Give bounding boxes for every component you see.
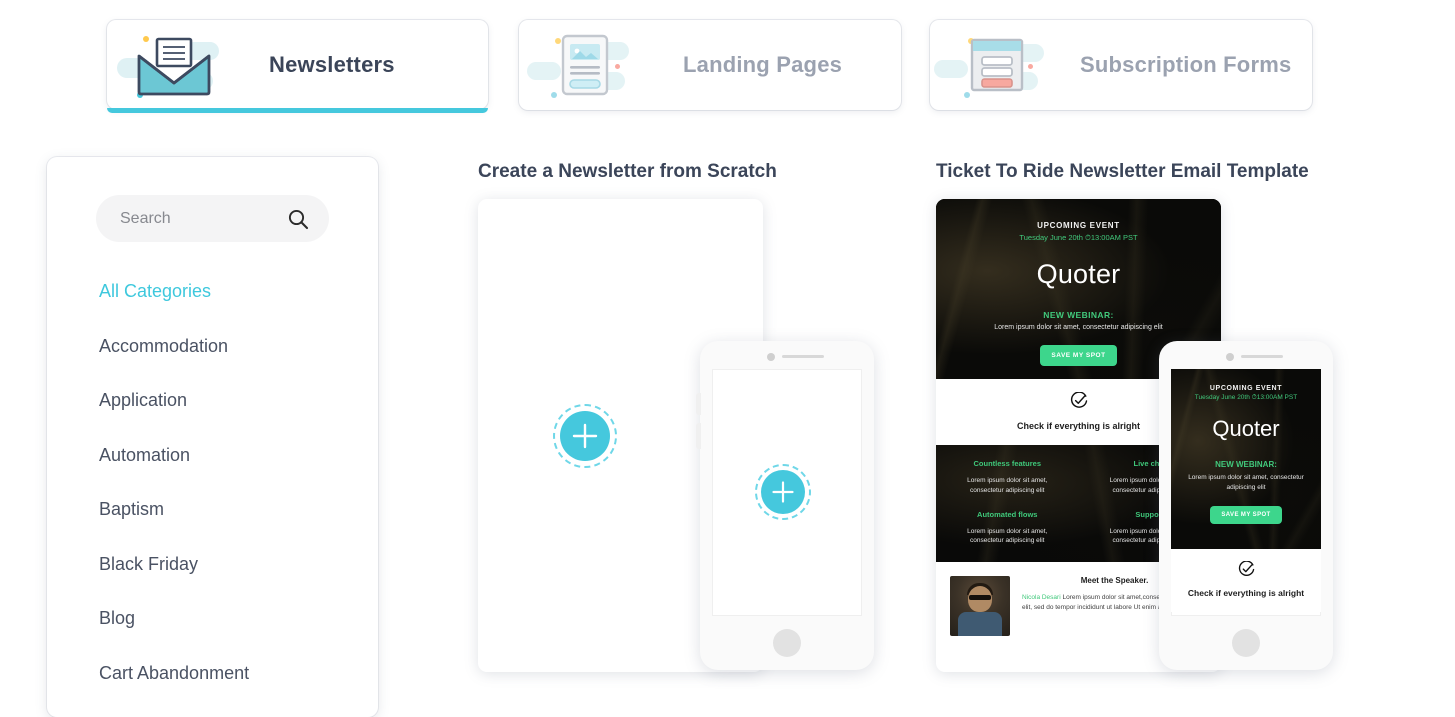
speaker-name: Nicola Desari [1022, 594, 1061, 601]
category-label: Accommodation [99, 335, 229, 356]
categories-sidebar: All Categories Accommodation Application… [47, 157, 378, 717]
feature-heading: Automated flows [977, 509, 1038, 519]
hero-subheading: NEW WEBINAR: [1043, 310, 1114, 320]
mobile-hero-date: Tuesday June 20th ⏱13:00AM PST [1194, 394, 1298, 401]
search-icon[interactable] [287, 208, 309, 235]
sidebar-item-cart-abandonment[interactable]: Cart Abandonment [47, 646, 378, 701]
active-tab-indicator [107, 108, 488, 113]
scratch-section-title: Create a Newsletter from Scratch [478, 161, 777, 182]
search-box[interactable] [96, 195, 329, 242]
check-circle-icon [1238, 560, 1255, 582]
phone-screen [712, 369, 862, 616]
hero-brand: Quoter [1036, 259, 1121, 289]
ticket-to-ride-mobile-preview[interactable]: UPCOMING EVENT Tuesday June 20th ⏱13:00A… [1159, 341, 1333, 670]
speaker-photo [950, 576, 1010, 636]
phone-home-button-icon [773, 629, 801, 657]
template-type-tabs: Newsletters Landing Pages Subscription F… [0, 0, 1455, 130]
feature-heading: Countless features [973, 459, 1042, 468]
sidebar-item-all-categories[interactable]: All Categories [47, 264, 378, 319]
mobile-hero: UPCOMING EVENT Tuesday June 20th ⏱13:00A… [1171, 369, 1321, 549]
sidebar-item-baptism[interactable]: Baptism [47, 482, 378, 537]
hero-date: Tuesday June 20th ⏱13:00AM PST [1019, 233, 1138, 242]
tab-subscription-forms-label: Subscription Forms [1080, 52, 1292, 77]
template-section-title: Ticket To Ride Newsletter Email Template [936, 161, 1309, 182]
tab-newsletters[interactable]: Newsletters [107, 20, 488, 113]
mobile-save-my-spot-button[interactable]: SAVE MY SPOT [1210, 505, 1282, 524]
document-image-icon [527, 28, 637, 102]
phone-side-button [696, 423, 701, 449]
sidebar-item-accommodation[interactable]: Accommodation [47, 319, 378, 374]
phone-speaker-icon [1241, 355, 1283, 358]
tab-landing-pages-label: Landing Pages [683, 52, 843, 77]
sidebar-item-blog[interactable]: Blog [47, 591, 378, 646]
hero-body-text: Lorem ipsum dolor sit amet, consectetur … [994, 324, 1163, 331]
add-newsletter-mobile-button[interactable] [761, 470, 805, 514]
phone-screen: UPCOMING EVENT Tuesday June 20th ⏱13:00A… [1171, 369, 1321, 616]
phone-home-button-icon [1232, 629, 1260, 657]
mobile-hero-kicker: UPCOMING EVENT [1209, 385, 1283, 392]
sidebar-item-application[interactable]: Application [47, 373, 378, 428]
category-label: Application [99, 390, 188, 410]
hero-kicker: UPCOMING EVENT [1037, 221, 1120, 230]
category-label: All Categories [99, 281, 212, 301]
plus-icon [560, 411, 610, 461]
tab-newsletters-label: Newsletters [269, 51, 395, 77]
sidebar-item-automation[interactable]: Automation [47, 428, 378, 483]
category-list: All Categories Accommodation Application… [47, 264, 378, 700]
search-input[interactable] [96, 195, 271, 242]
category-label: Automation [99, 444, 191, 465]
category-label: Baptism [99, 499, 165, 519]
envelope-icon [117, 28, 225, 102]
mobile-hero-body-text: Lorem ipsum dolor sit amet, consectetur … [1188, 474, 1304, 491]
feature-cell: Countless features Lorem ipsum dolor sit… [936, 459, 1079, 496]
phone-camera-icon [767, 353, 775, 361]
form-window-icon [934, 28, 1048, 102]
mobile-hero-subheading: NEW WEBINAR: [1215, 460, 1277, 469]
scratch-mobile-preview[interactable] [696, 341, 874, 670]
plus-icon [761, 470, 805, 514]
tab-landing-pages[interactable]: Landing Pages [519, 20, 901, 110]
save-my-spot-button[interactable]: SAVE MY SPOT [1040, 345, 1117, 366]
feature-body: Lorem ipsum dolor sit amet, consectetur … [967, 477, 1048, 494]
category-label: Blog [99, 608, 136, 628]
category-label: Cart Abandonment [99, 662, 250, 683]
mobile-check-text: Check if everything is alright [1187, 588, 1305, 598]
phone-camera-icon [1226, 353, 1234, 361]
phone-speaker-icon [782, 355, 824, 358]
add-newsletter-desktop-button[interactable] [560, 411, 610, 461]
mobile-check-band: Check if everything is alright [1171, 549, 1321, 612]
mobile-hero-brand: Quoter [1212, 416, 1280, 441]
check-circle-icon [1070, 391, 1088, 414]
phone-side-button [696, 393, 701, 415]
sidebar-item-black-friday[interactable]: Black Friday [47, 537, 378, 592]
feature-cell: Automated flows Lorem ipsum dolor sit am… [936, 510, 1079, 547]
tab-subscription-forms[interactable]: Subscription Forms [930, 20, 1312, 110]
feature-body: Lorem ipsum dolor sit amet, consectetur … [967, 527, 1048, 545]
category-label: Black Friday [99, 553, 199, 574]
